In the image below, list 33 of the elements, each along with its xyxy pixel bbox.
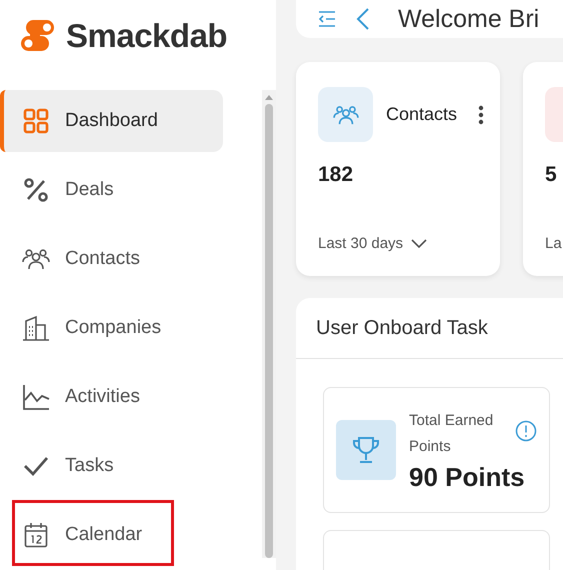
info-icon[interactable] — [515, 420, 537, 442]
building-icon — [22, 315, 50, 341]
nav-item[interactable]: Contacts — [0, 228, 223, 290]
line-chart-icon — [22, 384, 50, 410]
back-chevron-icon[interactable] — [356, 8, 370, 30]
brand-name: Smackdab — [66, 17, 228, 55]
period-dropdown[interactable]: Last 30 days — [318, 235, 484, 252]
nav-item[interactable]: Activities — [0, 366, 223, 428]
stat-value: 5 — [545, 163, 558, 187]
logo-icon — [20, 19, 56, 53]
grid-icon — [23, 108, 49, 134]
kebab-menu-icon[interactable] — [478, 104, 484, 124]
card-label: Total Earned Points — [409, 410, 494, 456]
panel-title: User Onboard Task — [316, 316, 488, 340]
period-dropdown[interactable]: La — [545, 235, 563, 252]
percent-icon — [23, 177, 49, 203]
nav-item[interactable]: Tasks — [0, 435, 223, 497]
nav-item[interactable]: Calendar — [0, 504, 223, 566]
people-icon — [22, 247, 50, 271]
card-label: Contacts — [386, 104, 458, 125]
checkmark-icon — [23, 455, 49, 477]
chevron-down-icon — [411, 239, 428, 248]
sidebar-toggle-icon[interactable] — [318, 10, 336, 28]
calendar-icon — [24, 522, 48, 548]
nav-item[interactable]: Companies — [0, 297, 223, 359]
nav-item[interactable]: Dashboard — [0, 90, 223, 152]
trophy-icon — [351, 436, 381, 464]
stat-value: 182 — [318, 163, 354, 187]
scrollbar-drawing[interactable] — [262, 90, 276, 558]
nav-item[interactable]: Deals — [0, 159, 223, 221]
points-value: 90 Points — [409, 462, 525, 492]
page-title: Welcome Bri — [398, 4, 540, 34]
people-icon — [332, 104, 358, 126]
